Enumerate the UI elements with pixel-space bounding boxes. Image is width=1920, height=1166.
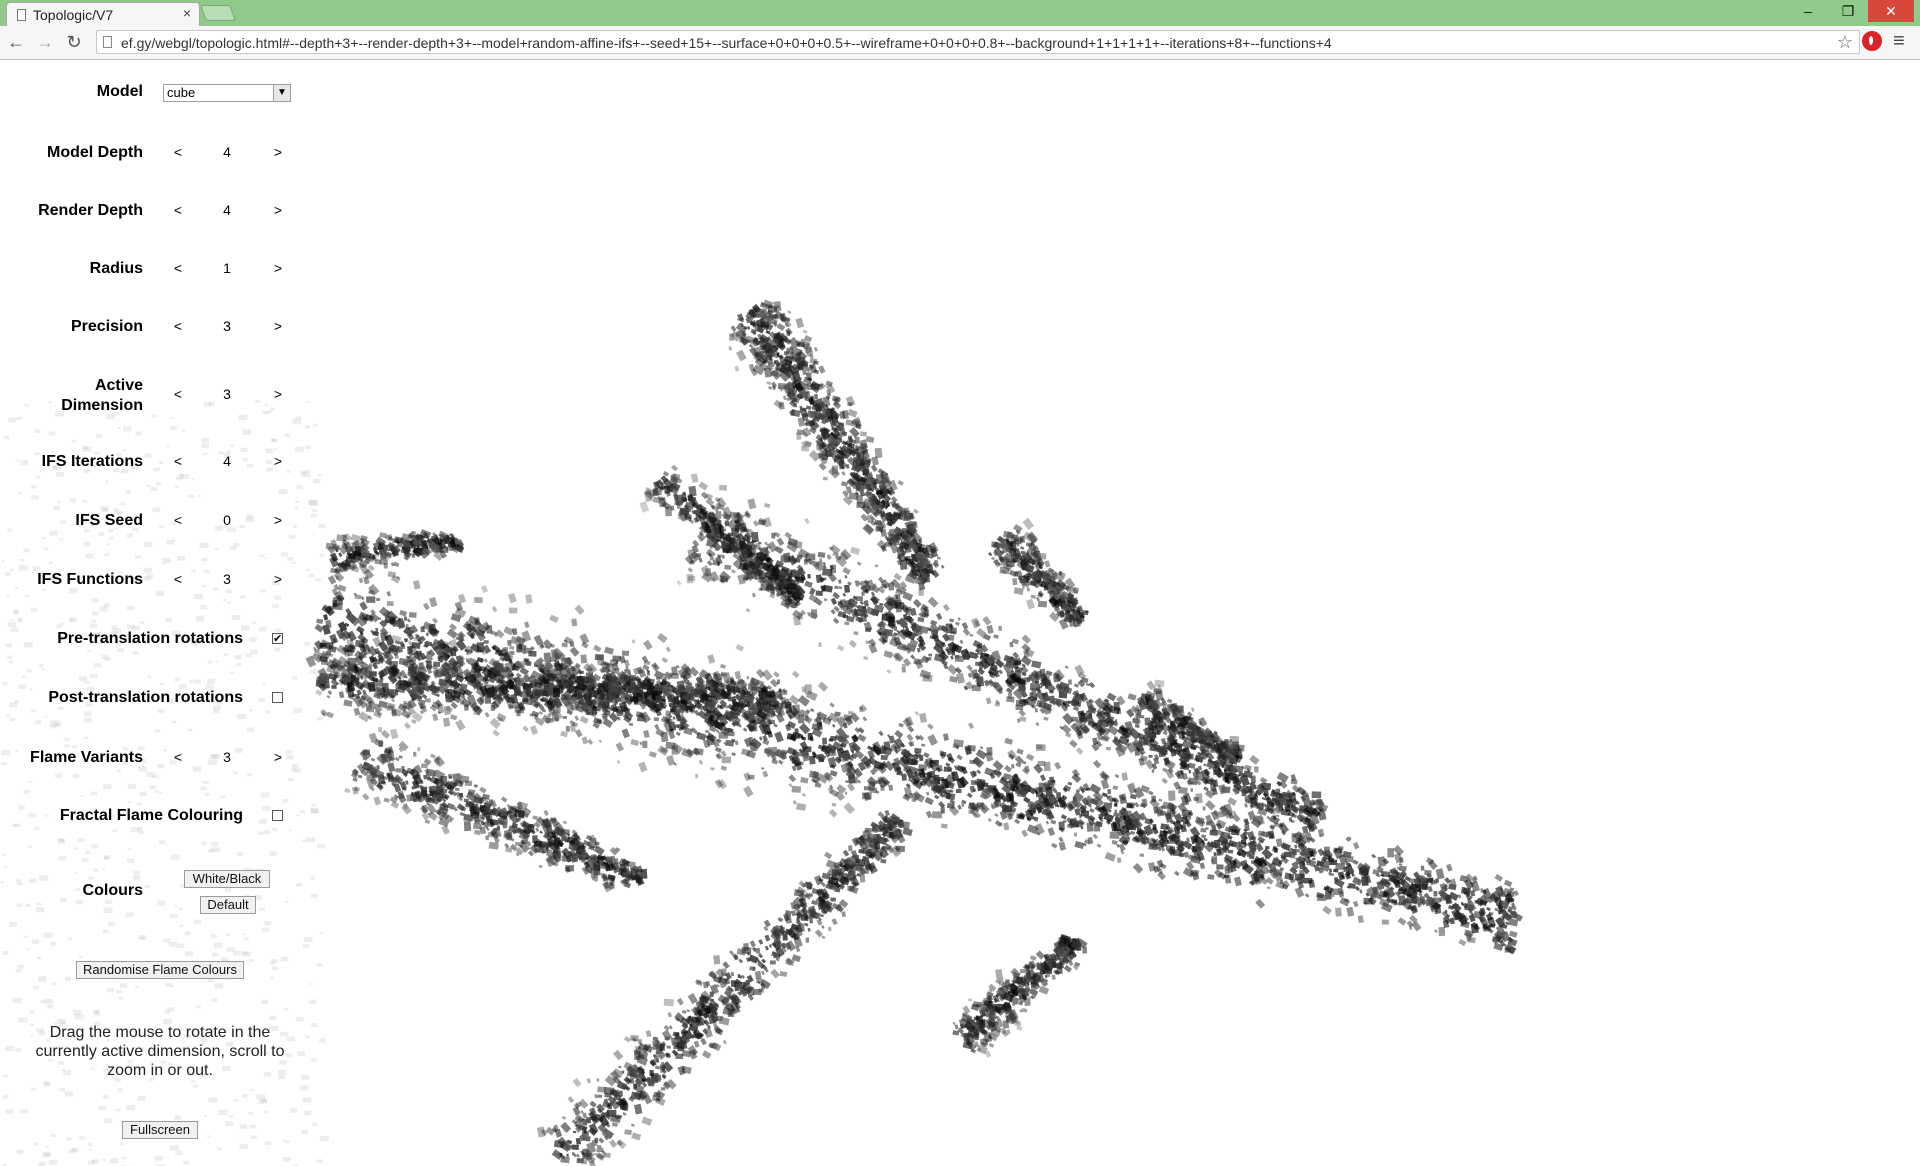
radius-value: 1	[223, 260, 231, 276]
model-depth-decrease-button[interactable]: <	[171, 144, 185, 160]
active-dimension-value: 3	[223, 386, 231, 402]
ifs-seed-value: 0	[223, 512, 231, 528]
forward-arrow-icon[interactable]: →	[34, 31, 56, 53]
ifs-functions-increase-button[interactable]: >	[271, 571, 285, 587]
model-select-value: cube	[167, 85, 196, 100]
active-dimension-increase-button[interactable]: >	[271, 386, 285, 402]
radius-label: Radius	[89, 260, 143, 277]
render-depth-increase-button[interactable]: >	[271, 202, 285, 218]
precision-decrease-button[interactable]: <	[171, 318, 185, 334]
flame-variants-decrease-button[interactable]: <	[171, 749, 185, 765]
model-depth-label: Model Depth	[47, 144, 143, 161]
ifs-iterations-increase-button[interactable]: >	[271, 453, 285, 469]
active-dimension-decrease-button[interactable]: <	[171, 386, 185, 402]
ifs-iterations-decrease-button[interactable]: <	[171, 453, 185, 469]
white-black-button[interactable]: White/Black	[184, 870, 270, 888]
pre-translation-rotations-checkbox[interactable]: ✔	[272, 633, 283, 645]
render-depth-label: Render Depth	[38, 202, 143, 219]
minimize-button[interactable]: –	[1788, 0, 1828, 22]
browser-tab[interactable]: Topologic/V7 ×	[6, 2, 200, 26]
page-icon	[17, 8, 26, 21]
model-depth-value: 4	[223, 144, 231, 160]
url-text[interactable]: ef.gy/webgl/topologic.html#--depth+3+--r…	[121, 35, 1332, 51]
pre-translation-rotations-label: Pre-translation rotations	[57, 630, 243, 647]
bookmark-star-icon[interactable]: ☆	[1837, 32, 1853, 53]
tab-title: Topologic/V7	[33, 6, 114, 23]
colours-label: Colours	[82, 882, 143, 899]
menu-icon[interactable]: ≡	[1893, 30, 1905, 53]
active-dimension-label: Active Dimension	[61, 377, 143, 414]
ifs-seed-decrease-button[interactable]: <	[171, 512, 185, 528]
ifs-seed-label: IFS Seed	[75, 512, 143, 529]
default-colours-button[interactable]: Default	[200, 896, 256, 914]
model-depth-increase-button[interactable]: >	[271, 144, 285, 160]
control-panel: Model cube ▼ Model Depth < 4 > Render De…	[0, 60, 320, 1166]
radius-increase-button[interactable]: >	[271, 260, 285, 276]
ifs-seed-increase-button[interactable]: >	[271, 512, 285, 528]
render-depth-value: 4	[223, 202, 231, 218]
close-window-button[interactable]: ✕	[1868, 0, 1914, 22]
randomise-flame-colours-button[interactable]: Randomise Flame Colours	[76, 961, 244, 979]
back-arrow-icon[interactable]: ←	[5, 31, 27, 53]
flame-variants-increase-button[interactable]: >	[271, 749, 285, 765]
help-text: Drag the mouse to rotate in the currentl…	[35, 1024, 285, 1079]
flame-variants-value: 3	[223, 749, 231, 765]
ifs-functions-value: 3	[223, 571, 231, 587]
webgl-viewport[interactable]: Model cube ▼ Model Depth < 4 > Render De…	[0, 60, 1920, 1166]
fractal-flame-colouring-checkbox[interactable]	[272, 810, 283, 821]
address-bar[interactable]: ef.gy/webgl/topologic.html#--depth+3+--r…	[96, 30, 1860, 54]
new-tab-button[interactable]	[200, 5, 236, 21]
chevron-down-icon[interactable]: ▼	[273, 85, 290, 101]
maximize-button[interactable]: ❐	[1828, 0, 1868, 22]
ifs-functions-decrease-button[interactable]: <	[171, 571, 185, 587]
fractal-flame-colouring-label: Fractal Flame Colouring	[59, 807, 243, 824]
model-select[interactable]: cube ▼	[163, 84, 291, 102]
tab-close-icon[interactable]: ×	[183, 5, 191, 21]
render-depth-decrease-button[interactable]: <	[171, 202, 185, 218]
ifs-iterations-value: 4	[223, 453, 231, 469]
title-bar: Topologic/V7 × – ❐ ✕	[0, 0, 1920, 26]
ifs-functions-label: IFS Functions	[37, 571, 143, 588]
model-label: Model	[96, 83, 143, 100]
page-icon	[103, 36, 112, 48]
radius-decrease-button[interactable]: <	[171, 260, 185, 276]
precision-increase-button[interactable]: >	[271, 318, 285, 334]
ifs-iterations-label: IFS Iterations	[41, 453, 143, 470]
precision-value: 3	[223, 318, 231, 334]
reload-icon[interactable]: ↻	[63, 31, 85, 53]
fullscreen-button[interactable]: Fullscreen	[122, 1121, 198, 1139]
post-translation-rotations-checkbox[interactable]	[272, 692, 283, 703]
flame-variants-label: Flame Variants	[30, 749, 143, 766]
precision-label: Precision	[70, 318, 143, 335]
post-translation-rotations-label: Post-translation rotations	[48, 689, 243, 706]
extension-icon[interactable]	[1862, 31, 1882, 51]
browser-toolbar: ← → ↻ ef.gy/webgl/topologic.html#--depth…	[0, 26, 1920, 60]
